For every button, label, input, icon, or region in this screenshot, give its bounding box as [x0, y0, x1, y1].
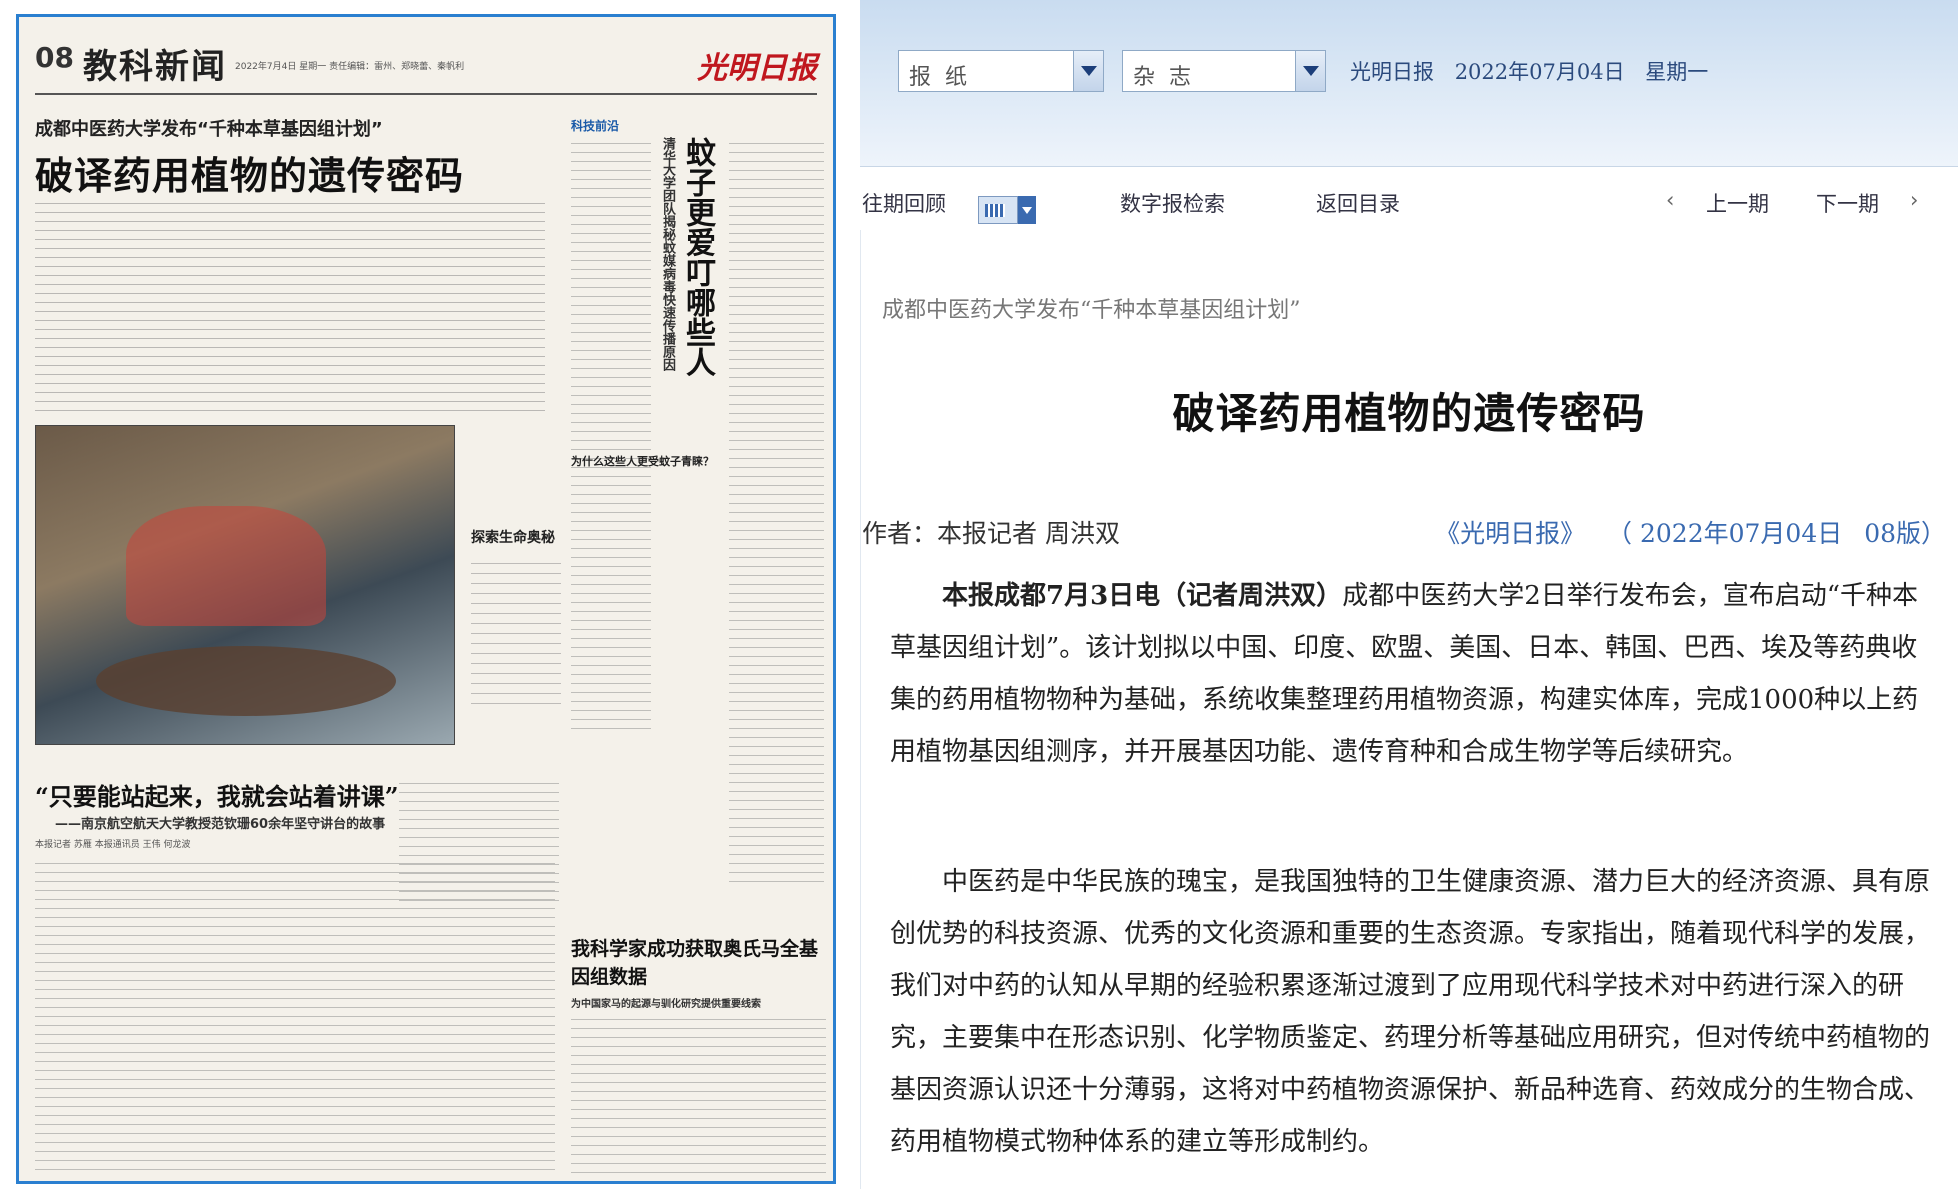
photo-visitors: [126, 506, 326, 626]
newspaper-header: 08 教科新闻 2022年7月4日 星期一 责任编辑：雷州、郑晓蕾、秦帆利 光明…: [35, 39, 817, 95]
np-mosquito-subheading: 为什么这些人更受蚊子青睐？: [571, 455, 714, 468]
np-mosquito-article-text[interactable]: [571, 137, 651, 737]
page-number: 08: [35, 41, 74, 74]
np-horse-headline[interactable]: 我科学家成功获取奥氏马全基因组数据: [571, 935, 833, 991]
next-issue-link[interactable]: 下一期: [1816, 188, 1879, 218]
article-title: 破译药用植物的遗传密码: [1172, 389, 1646, 438]
back-to-index-link[interactable]: 返回目录: [1316, 188, 1400, 218]
article-source: 《光明日报》 （ 2022年07月04日 08版）: [1435, 514, 1946, 550]
article-paragraph-2: 中医药是中华民族的瑰宝，是我国独特的卫生健康资源、潜力巨大的经济资源、具有原创优…: [890, 867, 1931, 1157]
np-teacher-headline[interactable]: “只要能站起来，我就会站着讲课”: [35, 777, 399, 812]
np-mosquito-article-text-2[interactable]: [729, 137, 824, 887]
digital-search-link[interactable]: 数字报检索: [1120, 188, 1225, 218]
np-teacher-article-text-2[interactable]: [399, 777, 559, 907]
np-horse-subtitle[interactable]: 为中国家马的起源与驯化研究提供重要线索: [571, 995, 761, 1010]
np-photo-museum[interactable]: [35, 425, 455, 745]
magazine-select-value: 杂志: [1133, 65, 1206, 90]
source-paper-link[interactable]: 《光明日报》: [1435, 519, 1585, 548]
np-article-headline[interactable]: 破译药用植物的遗传密码: [35, 145, 464, 200]
newspaper-select-value: 报纸: [909, 65, 982, 90]
article-author: 作者：本报记者 周洪双: [862, 519, 1120, 548]
chevron-right-icon[interactable]: ›: [1910, 188, 1918, 212]
page-root: 08 教科新闻 2022年7月4日 星期一 责任编辑：雷州、郑晓蕾、秦帆利 光明…: [0, 0, 1958, 1189]
chevron-down-icon[interactable]: [1295, 51, 1325, 91]
article-paragraph-1: 本报成都7月3日电（记者周洪双）成都中医药大学2日举行发布会，宣布启动“千种本草…: [890, 570, 1930, 778]
article-kicker: 成都中医药大学发布“千种本草基因组计划”: [882, 298, 1301, 323]
issue-meta: 2022年7月4日 星期一 责任编辑：雷州、郑晓蕾、秦帆利: [235, 62, 465, 72]
np-teacher-subtitle[interactable]: ——南京航空航天大学教授范钦珊60余年坚守讲台的故事: [55, 813, 385, 832]
issue-date-line: 光明日报 2022年07月04日 星期一: [1350, 56, 1708, 86]
np-article-body-text[interactable]: [35, 197, 545, 417]
np-photo-caption-title: 探索生命奥秘: [471, 530, 555, 546]
section-title: 教科新闻: [83, 47, 227, 87]
publication-name: 光明日报: [1350, 60, 1434, 84]
magazine-select[interactable]: 杂志: [1122, 50, 1326, 92]
calendar-dropdown-icon[interactable]: [1018, 196, 1036, 224]
chevron-down-icon[interactable]: [1073, 51, 1103, 91]
np-article-kicker[interactable]: 成都中医药大学发布“千种本草基因组计划”: [35, 115, 383, 141]
chevron-left-icon[interactable]: ‹: [1666, 188, 1674, 212]
photo-fossil-fish: [96, 646, 396, 716]
source-date: （ 2022年07月04日: [1607, 519, 1843, 548]
np-mosquito-headline[interactable]: 蚊子更爱叮哪些人: [679, 137, 719, 377]
dateline-lead: 本报成都7月3日电（记者周洪双）: [942, 581, 1343, 611]
np-column-tag: 科技前沿: [571, 119, 620, 133]
issue-weekday: 星期一: [1645, 60, 1709, 84]
issue-date: 2022年07月04日: [1454, 60, 1625, 84]
newspaper-logo: 光明日报: [697, 51, 817, 86]
source-page: 08版）: [1864, 519, 1946, 548]
newspaper-page-image[interactable]: 08 教科新闻 2022年7月4日 星期一 责任编辑：雷州、郑晓蕾、秦帆利 光明…: [16, 14, 836, 1184]
prev-issue-link[interactable]: 上一期: [1706, 188, 1769, 218]
np-photo-caption-text: [471, 557, 561, 707]
archive-link[interactable]: 往期回顾: [862, 188, 946, 218]
np-teacher-byline: 本报记者 苏雁 本报通讯员 王伟 何龙波: [35, 840, 191, 850]
np-mosquito-subtitle[interactable]: 清华大学团队揭秘蚊媒病毒快速传播原因: [657, 137, 677, 371]
np-horse-article-text[interactable]: [571, 1013, 826, 1178]
calendar-icon[interactable]: [978, 196, 1018, 224]
newspaper-select[interactable]: 报纸: [898, 50, 1104, 92]
